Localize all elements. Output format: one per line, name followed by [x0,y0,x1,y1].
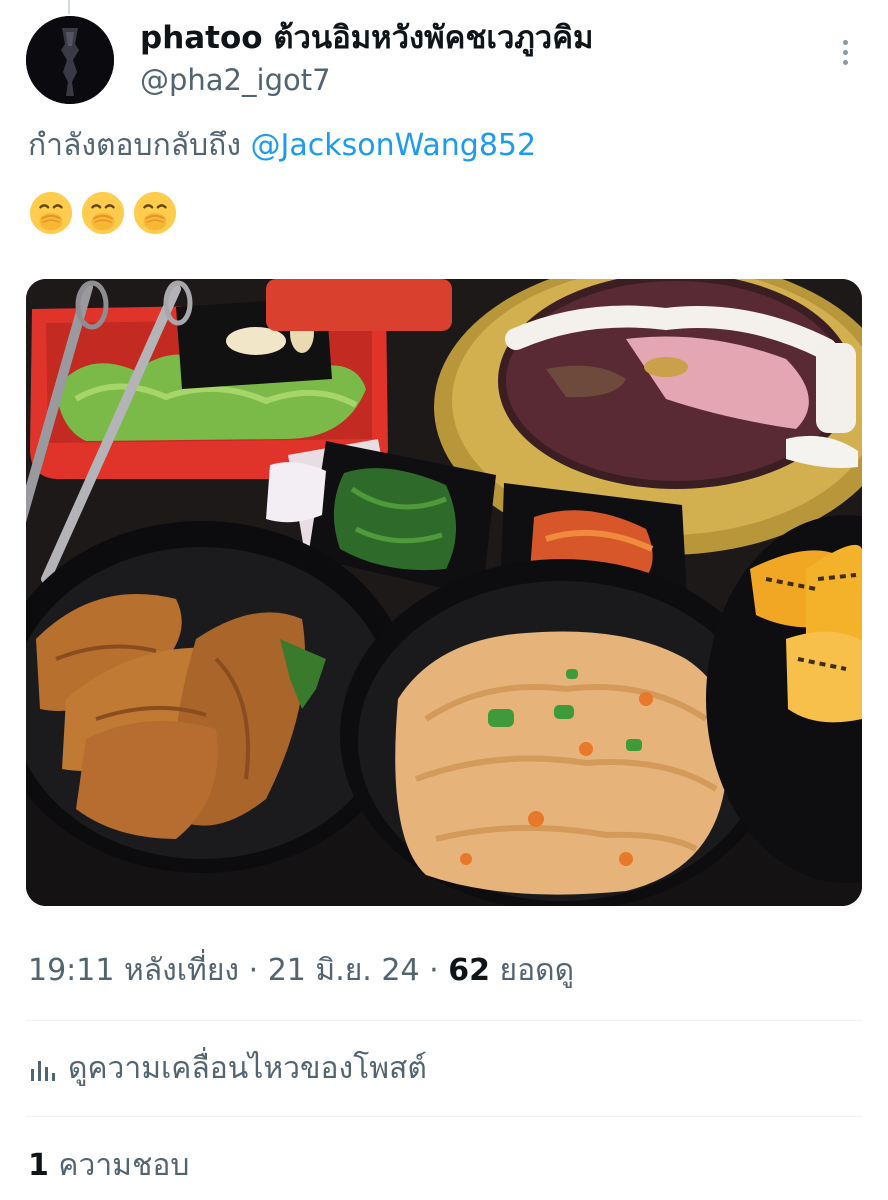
face-with-hand-over-mouth-icon [133,191,177,235]
likes-summary[interactable]: 1 ความชอบ [28,1145,189,1187]
thread-connector-line [68,0,70,14]
tweet-date[interactable]: 21 มิ.ย. 24 [268,953,420,988]
avatar[interactable] [26,16,114,104]
views-label: ยอดดู [499,953,575,988]
reply-context: กำลังตอบกลับถึง @JacksonWang852 [28,126,536,166]
avatar-image [26,16,114,104]
face-with-hand-over-mouth-icon [29,191,73,235]
divider [26,1116,862,1117]
likes-label: ความชอบ [58,1148,190,1183]
tweet-header: phatoo ต้วนอิมหวังพัคชเวภูวคิม @pha2_igo… [26,16,862,106]
likes-count: 1 [28,1148,49,1183]
tweet-text-emojis [28,190,178,236]
more-options-icon[interactable] [830,34,860,70]
tweet-timestamp[interactable]: 19:11 หลังเที่ยง · 21 มิ.ย. 24 · 62 ยอดด… [28,950,574,992]
author-handle[interactable]: @pha2_igot7 [140,60,593,100]
meta-separator: · [429,953,439,988]
author-display-name[interactable]: phatoo ต้วนอิมหวังพัคชเวภูวคิม [140,18,593,58]
tweet-photo[interactable] [26,279,862,906]
mention-link[interactable]: @JacksonWang852 [251,128,537,163]
food-photo-illustration [26,279,862,906]
view-post-activity-label: ดูความเคลื่อนไหวของโพสต์ [68,1051,427,1086]
face-with-hand-over-mouth-icon [81,191,125,235]
views-count: 62 [448,953,490,988]
meta-separator: · [248,953,259,988]
tweet-time[interactable]: 19:11 หลังเที่ยง [28,953,239,988]
view-post-activity-link[interactable]: ดูความเคลื่อนไหวของโพสต์ [28,1048,427,1090]
reply-prefix: กำลังตอบกลับถึง [28,128,241,163]
divider [26,1020,862,1021]
analytics-icon [31,1061,55,1081]
